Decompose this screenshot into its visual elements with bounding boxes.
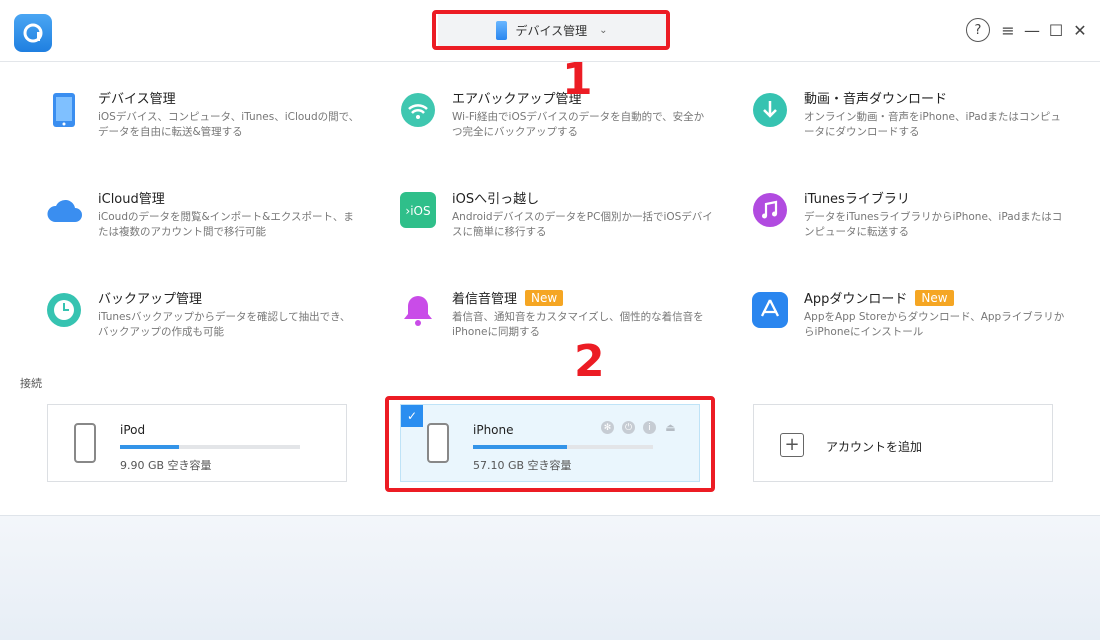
feature-title: 動画・音声ダウンロード [804, 92, 948, 107]
menu-button[interactable]: ≡ [996, 18, 1020, 42]
background-decoration [0, 516, 1100, 640]
ios-transfer-icon: ›iOS [400, 192, 436, 228]
annotation-number-2: 2 [574, 336, 605, 387]
feature-desc: オンライン動画・音声をiPhone、iPadまたはコンピュータにダウンロードする [804, 111, 1061, 138]
feature-device-manager[interactable]: デバイス管理 iOSデバイス、コンピュータ、iTunes、iCloudの間で、デ… [46, 88, 366, 158]
feature-ringtone-manager[interactable]: 着信音管理 New 着信音、通知音をカスタマイズし、個性的な着信音をiPhone… [400, 288, 720, 358]
feature-move-to-ios[interactable]: ›iOS iOSへ引っ越し AndroidデバイスのデータをPC個別か一括でiO… [400, 188, 720, 258]
close-button[interactable]: ✕ [1068, 18, 1092, 42]
download-icon [752, 92, 788, 128]
minimize-button[interactable]: — [1020, 18, 1044, 42]
feature-itunes-library[interactable]: iTunesライブラリ データをiTunesライブラリからiPhone、iPad… [752, 188, 1072, 258]
feature-title: iCloud管理 [98, 192, 165, 207]
ipod-device-icon [74, 423, 96, 463]
app-logo-icon [14, 14, 52, 52]
plus-icon: + [780, 433, 804, 457]
clock-icon [46, 292, 82, 328]
minimize-icon: — [1024, 20, 1040, 40]
cloud-icon [46, 192, 82, 228]
feature-air-backup[interactable]: エアバックアップ管理 Wi-Fi経由でiOSデバイスのデータを自動的で、安全かつ… [400, 88, 720, 158]
feature-desc: AppをApp Storeからダウンロード、AppライブラリからiPhoneにイ… [804, 311, 1065, 338]
free-space: 9.90 GB 空き容量 [120, 459, 212, 472]
feature-desc: iOSデバイス、コンピュータ、iTunes、iCloudの間で、データを自由に転… [98, 111, 360, 138]
feature-title: バックアップ管理 [98, 292, 203, 307]
music-icon [752, 192, 788, 228]
bell-icon [400, 292, 436, 328]
help-icon: ? [966, 18, 990, 42]
feature-title: 着信音管理 [452, 292, 518, 307]
add-account-card[interactable]: + アカウントを追加 [753, 404, 1053, 482]
feature-title: iOSへ引っ越し [452, 192, 540, 207]
appstore-icon [752, 292, 788, 328]
wifi-icon [400, 92, 436, 128]
feature-desc: Wi-Fi経由でiOSデバイスのデータを自動的で、安全かつ完全にバックアップする [452, 111, 705, 138]
feature-desc: iCoudのデータを閲覧&インポート&エクスポート、または複数のアカウント間で移… [98, 211, 354, 238]
menu-icon: ≡ [1001, 20, 1015, 40]
annotation-box-2 [385, 396, 715, 492]
feature-title: Appダウンロード [804, 292, 908, 307]
storage-bar [120, 445, 300, 449]
device-name: iPod [120, 423, 146, 437]
help-button[interactable]: ? [966, 18, 990, 42]
add-account-label: アカウントを追加 [826, 440, 923, 454]
feature-media-download[interactable]: 動画・音声ダウンロード オンライン動画・音声をiPhone、iPadまたはコンピ… [752, 88, 1072, 158]
device-card-ipod[interactable]: iPod 9.90 GB 空き容量 [47, 404, 347, 482]
feature-desc: iTunesバックアップからデータを確認して抽出でき、バックアップの作成も可能 [98, 311, 351, 338]
maximize-button[interactable]: ☐ [1044, 18, 1068, 42]
connection-section-label: 接続 [20, 377, 42, 390]
feature-desc: AndroidデバイスのデータをPC個別か一括でiOSデバイスに簡単に移行する [452, 211, 713, 238]
new-badge: New [915, 289, 954, 306]
feature-title: デバイス管理 [98, 92, 176, 107]
feature-app-download[interactable]: Appダウンロード New AppをApp Storeからダウンロード、Appラ… [752, 288, 1072, 358]
phone-icon [46, 92, 82, 128]
annotation-number-1: 1 [562, 54, 593, 105]
close-icon: ✕ [1073, 20, 1087, 40]
svg-text:›iOS: ›iOS [405, 204, 430, 218]
feature-backup-manager[interactable]: バックアップ管理 iTunesバックアップからデータを確認して抽出でき、バックア… [46, 288, 366, 358]
new-badge: New [525, 289, 564, 306]
maximize-icon: ☐ [1048, 20, 1064, 40]
storage-bar-fill [120, 445, 180, 449]
feature-desc: データをiTunesライブラリからiPhone、iPadまたはコンピュータに転送… [804, 211, 1063, 238]
annotation-box-1 [432, 10, 670, 50]
feature-icloud[interactable]: iCloud管理 iCoudのデータを閲覧&インポート&エクスポート、または複数… [46, 188, 366, 258]
feature-title: iTunesライブラリ [804, 192, 910, 207]
